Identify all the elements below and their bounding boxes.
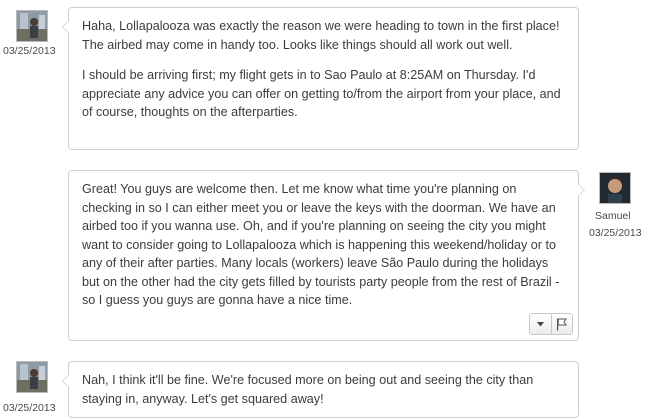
avatar[interactable] — [16, 361, 48, 393]
message-text: Great! You guys are welcome then. Let me… — [82, 182, 560, 307]
user-photo-icon — [17, 362, 47, 392]
message-date: 03/25/2013 — [3, 402, 56, 414]
sender-name[interactable]: Samuel — [595, 210, 631, 222]
message-bubble: Haha, Lollapalooza was exactly the reaso… — [62, 7, 579, 150]
message-date: 03/25/2013 — [589, 227, 642, 239]
message-date: 03/25/2013 — [3, 45, 56, 57]
user-photo-icon — [600, 173, 630, 203]
avatar[interactable] — [16, 10, 48, 42]
message-text: Haha, Lollapalooza was exactly the reaso… — [82, 19, 560, 52]
flag-icon[interactable] — [550, 314, 573, 334]
message-actions — [529, 313, 573, 335]
message-text: Nah, I think it'll be fine. We're focuse… — [82, 373, 534, 406]
message-bubble: Nah, I think it'll be fine. We're focuse… — [62, 361, 579, 418]
message-bubble: Great! You guys are welcome then. Let me… — [68, 170, 585, 341]
caret-down-icon[interactable] — [530, 314, 551, 334]
avatar[interactable] — [599, 172, 631, 204]
user-photo-icon — [17, 11, 47, 41]
message-text: I should be arriving first; my flight ge… — [82, 68, 561, 119]
